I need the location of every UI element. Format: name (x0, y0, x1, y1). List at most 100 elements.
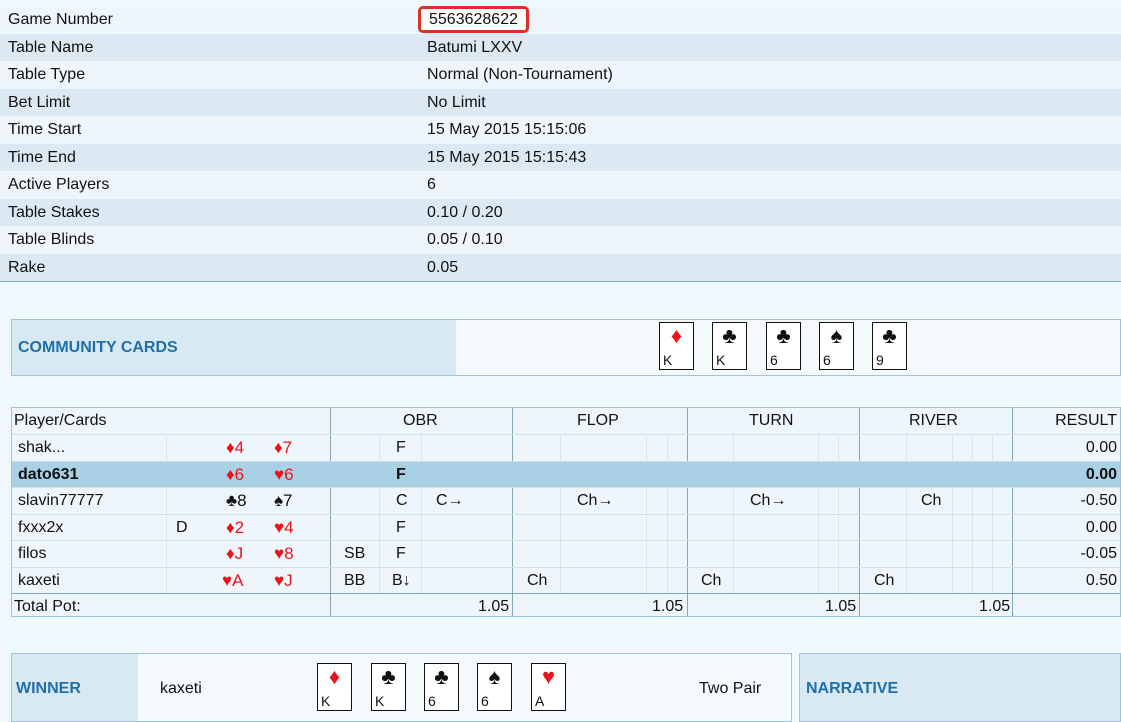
card-rank: K (375, 693, 385, 709)
player-row[interactable]: slavin77777 ♣8 ♠7 C C→ Ch→ Ch→ Ch -0.50 (12, 487, 1120, 514)
turn-action: Ch (701, 571, 722, 589)
info-label: Rake (8, 258, 46, 276)
player-name: fxxx2x (18, 518, 64, 536)
info-label: Bet Limit (8, 93, 71, 111)
info-row-game-number: Game Number 5563628622 (0, 6, 1121, 34)
blind-position: BB (344, 571, 366, 589)
column-header-flop: FLOP (577, 412, 619, 429)
player-name: filos (18, 545, 47, 562)
player-row[interactable]: kaxeti ♥A ♥J BB B↓ Ch Ch Ch 0.50 (12, 566, 1120, 594)
hole-card: ♥6 (274, 464, 294, 484)
flop-action: Ch (527, 571, 548, 589)
player-name: shak... (18, 439, 66, 456)
player-result: 0.00 (1085, 439, 1117, 456)
total-pot-turn: 1.05 (825, 597, 857, 615)
narrative-panel[interactable]: NARRATIVE (799, 653, 1121, 722)
community-card: ♦ K (659, 322, 694, 370)
flop-action: Ch→ (577, 492, 614, 509)
hole-card: ♥A (222, 570, 244, 590)
card-suit: ♣ (882, 323, 897, 348)
player-row[interactable]: shak... ♦4 ♦7 F 0.00 (12, 434, 1120, 461)
hole-card: ♦4 (226, 438, 245, 457)
winning-hand: Two Pair (699, 680, 762, 697)
total-pot-river: 1.05 (979, 597, 1011, 615)
obr-action: F (396, 518, 406, 536)
obr-action: B↓ (392, 571, 411, 589)
community-cards-panel: COMMUNITY CARDS ♦ K ♣ K ♣ 6 ♠ 6 ♣ 9 (11, 319, 1121, 376)
card-suit: ♣ (776, 323, 791, 348)
winner-panel: WINNER kaxeti ♦ K ♣ K ♣ 6 ♠ 6 ♥ A Two Pa… (11, 653, 792, 722)
player-row[interactable]: fxxx2x D ♦2 ♥4 F 0.00 (12, 513, 1120, 541)
card-suit: ♠ (830, 323, 843, 348)
game-info-table: Game Number 5563628622 Table Name Batumi… (0, 6, 1121, 282)
card-suit: ♣ (722, 323, 737, 348)
hole-card: ♥J (274, 570, 293, 590)
player-name: slavin77777 (18, 492, 104, 509)
turn-action: Ch→ (750, 492, 787, 509)
player-actions-table: Player/Cards OBR FLOP TURN RIVER RESULT … (11, 407, 1121, 617)
winner-card: ♥ A (531, 663, 566, 711)
player-result: -0.05 (1080, 545, 1117, 562)
winner-area: kaxeti ♦ K ♣ K ♣ 6 ♠ 6 ♥ A Two Pair (138, 654, 791, 721)
hole-card: ♦7 (274, 438, 293, 457)
player-result: -0.50 (1080, 492, 1117, 509)
info-value: Batumi LXXV (427, 38, 523, 56)
info-row-time-start: Time Start 15 May 2015 15:15:06 (0, 116, 1121, 144)
card-rank: K (716, 352, 726, 368)
obr-action: F (396, 545, 406, 562)
winner-card: ♣ K (371, 663, 406, 711)
card-rank: 6 (428, 693, 436, 709)
game-number-value[interactable]: 5563628622 (418, 6, 529, 33)
obr-action: C (396, 492, 408, 509)
info-value: No Limit (427, 93, 486, 111)
card-suit: ♣ (381, 664, 396, 689)
card-rank: 9 (876, 352, 884, 368)
card-rank: 6 (823, 352, 831, 368)
hole-card: ♦6 (226, 464, 245, 484)
dealer-button: D (176, 518, 188, 536)
total-pot-obr: 1.05 (478, 597, 510, 615)
card-suit: ♠ (488, 664, 501, 689)
river-action: Ch (921, 492, 942, 509)
hole-card: ♦2 (226, 517, 245, 537)
info-value: Normal (Non-Tournament) (427, 66, 613, 83)
community-card: ♣ K (712, 322, 747, 370)
blind-position: SB (344, 545, 366, 562)
hole-card: ♦J (226, 544, 244, 563)
info-label: Table Name (8, 38, 94, 56)
card-rank: 6 (481, 693, 489, 709)
community-cards-area: ♦ K ♣ K ♣ 6 ♠ 6 ♣ 9 (456, 320, 1120, 375)
column-header-turn: TURN (749, 412, 794, 429)
card-rank: K (663, 352, 673, 368)
card-rank: 6 (770, 352, 778, 368)
player-row[interactable]: filos ♦J ♥8 SB F -0.05 (12, 540, 1120, 567)
info-value: 0.05 / 0.10 (427, 231, 503, 248)
player-result: 0.00 (1085, 465, 1117, 483)
community-card: ♣ 6 (766, 322, 801, 370)
column-header-river: RIVER (909, 412, 958, 429)
info-row-bet-limit: Bet Limit No Limit (0, 88, 1121, 116)
winner-card: ♠ 6 (477, 663, 512, 711)
player-result: 0.00 (1085, 518, 1117, 536)
player-row-highlighted[interactable]: dato631 ♦6 ♥6 F 0.00 (12, 460, 1120, 487)
info-row-time-end: Time End 15 May 2015 15:15:43 (0, 143, 1121, 171)
player-name: kaxeti (18, 571, 60, 589)
winner-name: kaxeti (160, 680, 202, 697)
card-suit: ♦ (670, 323, 683, 348)
info-label: Table Stakes (8, 203, 100, 221)
info-label: Time Start (8, 121, 82, 138)
info-value: 6 (427, 176, 436, 193)
column-header-player: Player/Cards (14, 412, 107, 429)
community-cards-title: COMMUNITY CARDS (18, 339, 178, 356)
info-label: Active Players (8, 176, 110, 193)
community-card: ♣ 9 (872, 322, 907, 370)
hole-card: ♣8 (226, 491, 247, 510)
player-name: dato631 (18, 465, 79, 483)
info-label: Table Type (8, 66, 86, 83)
card-suit: ♦ (328, 664, 341, 689)
total-pot-flop: 1.05 (652, 597, 684, 615)
card-suit: ♣ (434, 664, 449, 689)
obr-action: F (396, 465, 406, 483)
hole-card: ♠7 (274, 491, 293, 510)
community-card: ♠ 6 (819, 322, 854, 370)
